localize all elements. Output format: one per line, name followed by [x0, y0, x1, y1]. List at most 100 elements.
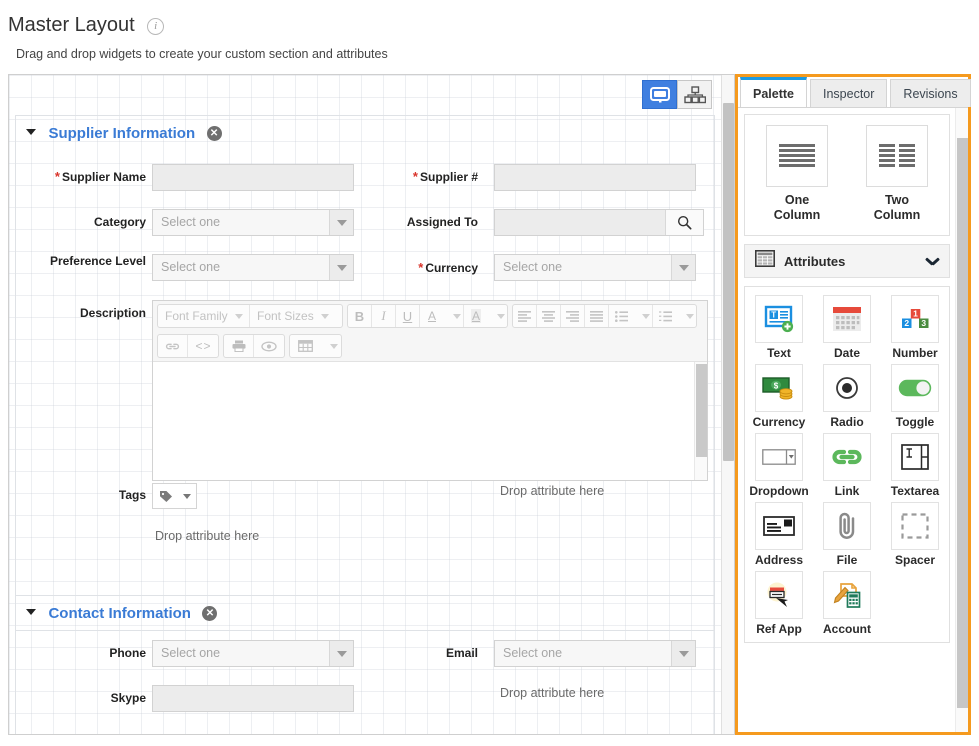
description-richtext-editor[interactable]: Font Family Font Sizes B I U A A < > [152, 300, 708, 481]
table-dropdown[interactable] [320, 335, 341, 357]
editor-toolbar-row-2[interactable]: < > [153, 331, 707, 361]
font-size-select[interactable]: Font Sizes [250, 305, 342, 327]
preference-level-select[interactable]: Select one [152, 254, 354, 281]
attribute-textarea[interactable]: Textarea [882, 433, 948, 498]
address-icon [755, 502, 803, 550]
attribute-spacer[interactable]: Spacer [882, 502, 948, 567]
editor-toolbar-row-1[interactable]: Font Family Font Sizes B I U A A [153, 301, 707, 331]
bullet-list-dropdown[interactable] [633, 305, 653, 327]
assigned-to-field[interactable] [494, 209, 704, 236]
tab-revisions[interactable]: Revisions [890, 79, 971, 107]
section-supplier-information[interactable]: Supplier Information ✕ * Supplier Name * S… [15, 115, 715, 631]
print-icon[interactable] [224, 335, 254, 357]
align-left-icon[interactable] [513, 305, 537, 327]
attribute-link[interactable]: Link [814, 433, 880, 498]
highlight-color-dropdown[interactable] [488, 305, 507, 327]
search-button[interactable] [665, 210, 703, 235]
underline-button[interactable]: U [396, 305, 420, 327]
attribute-ref-app[interactable]: Ref App [746, 571, 812, 636]
attribute-account[interactable]: Account [814, 571, 880, 636]
email-select[interactable]: Select one [494, 640, 696, 667]
link-icon[interactable] [158, 335, 188, 357]
attribute-date[interactable]: Date [814, 295, 880, 360]
alignment-group[interactable] [512, 304, 697, 328]
attribute-dropdown[interactable]: Dropdown [746, 433, 812, 498]
table-group[interactable] [289, 334, 342, 358]
attributes-accordion-label: Attributes [784, 253, 846, 269]
tags-dropdown-button[interactable] [152, 483, 197, 509]
font-family-select[interactable]: Font Family [158, 305, 250, 327]
chevron-down-icon [182, 493, 191, 499]
bullet-list-icon[interactable] [609, 305, 633, 327]
align-justify-icon[interactable] [585, 305, 609, 327]
italic-button[interactable]: I [372, 305, 396, 327]
chevron-down-icon[interactable] [26, 129, 36, 136]
palette-tabs[interactable]: Palette Inspector Revisions [738, 77, 971, 107]
section-contact-information[interactable]: Contact Information ✕ Phone Select one E… [15, 595, 715, 734]
info-icon[interactable]: i [147, 18, 165, 35]
text-color-dropdown[interactable] [444, 305, 464, 327]
currency-select[interactable]: Select one [494, 254, 696, 281]
text-style-group[interactable]: B I U A A [347, 304, 508, 328]
drop-hint[interactable]: Drop attribute here [500, 686, 604, 700]
attributes-accordion-header[interactable]: Attributes [744, 244, 950, 278]
assigned-to-input[interactable] [495, 210, 665, 235]
attribute-address[interactable]: Address [746, 502, 812, 567]
editor-toolbar[interactable]: Font Family Font Sizes B I U A A < > [153, 301, 707, 362]
layout-widget-one-column[interactable]: One Column [761, 125, 833, 223]
chevron-down-icon[interactable] [26, 609, 36, 616]
chevron-down-icon [453, 313, 461, 319]
attribute-currency[interactable]: $ Currency [746, 364, 812, 429]
desktop-view-button[interactable] [642, 80, 677, 109]
tree-view-button[interactable] [677, 80, 712, 109]
attribute-file[interactable]: File [814, 502, 880, 567]
dropdown-icon [755, 433, 803, 481]
text-color-button[interactable]: A [420, 305, 444, 327]
category-select[interactable]: Select one [152, 209, 354, 236]
drop-hint[interactable]: Drop attribute here [500, 484, 604, 498]
skype-input[interactable] [152, 685, 354, 712]
view-toggle-group[interactable] [642, 80, 712, 109]
table-icon[interactable] [290, 335, 320, 357]
source-code-icon[interactable]: < > [188, 335, 218, 357]
chevron-down-icon[interactable] [671, 255, 695, 280]
insert-group[interactable]: < > [157, 334, 219, 358]
canvas-scrollbar[interactable] [721, 75, 734, 734]
bold-button[interactable]: B [348, 305, 372, 327]
output-group[interactable] [223, 334, 285, 358]
supplier-name-input[interactable] [152, 164, 354, 191]
chevron-down-icon[interactable] [671, 641, 695, 666]
phone-select[interactable]: Select one [152, 640, 354, 667]
preview-icon[interactable] [254, 335, 284, 357]
tab-palette[interactable]: Palette [740, 77, 807, 107]
tab-inspector[interactable]: Inspector [810, 79, 888, 107]
close-icon[interactable]: ✕ [206, 126, 222, 142]
close-icon[interactable]: ✕ [202, 606, 218, 622]
editor-scrollbar[interactable] [694, 362, 707, 480]
align-center-icon[interactable] [537, 305, 561, 327]
palette-scrollbar[interactable] [955, 108, 968, 732]
chevron-down-icon[interactable] [926, 257, 939, 265]
drop-hint[interactable]: Drop attribute here [155, 529, 259, 543]
toggle-icon [891, 364, 939, 412]
section-header[interactable]: Contact Information ✕ [16, 596, 714, 629]
attribute-text[interactable]: T Text [746, 295, 812, 360]
layout-widget-two-column[interactable]: Two Column [861, 125, 933, 223]
palette-scroll-thumb[interactable] [957, 138, 968, 708]
attribute-toggle[interactable]: Toggle [882, 364, 948, 429]
attribute-number[interactable]: 1 2 3 Number [882, 295, 948, 360]
email-placeholder: Select one [495, 641, 671, 666]
attribute-radio[interactable]: Radio [814, 364, 880, 429]
required-marker: * [412, 169, 418, 184]
numbered-list-icon[interactable] [653, 305, 677, 327]
highlight-color-button[interactable]: A [464, 305, 488, 327]
numbered-list-dropdown[interactable] [677, 305, 696, 327]
supplier-number-input[interactable] [494, 164, 696, 191]
layout-canvas[interactable]: Supplier Information ✕ * Supplier Name * S… [8, 74, 735, 735]
description-editor-body[interactable] [153, 362, 707, 480]
section-header[interactable]: Supplier Information ✕ [16, 116, 714, 149]
canvas-scroll-thumb[interactable] [723, 103, 734, 461]
editor-scroll-thumb[interactable] [696, 364, 707, 457]
align-right-icon[interactable] [561, 305, 585, 327]
font-group[interactable]: Font Family Font Sizes [157, 304, 343, 328]
